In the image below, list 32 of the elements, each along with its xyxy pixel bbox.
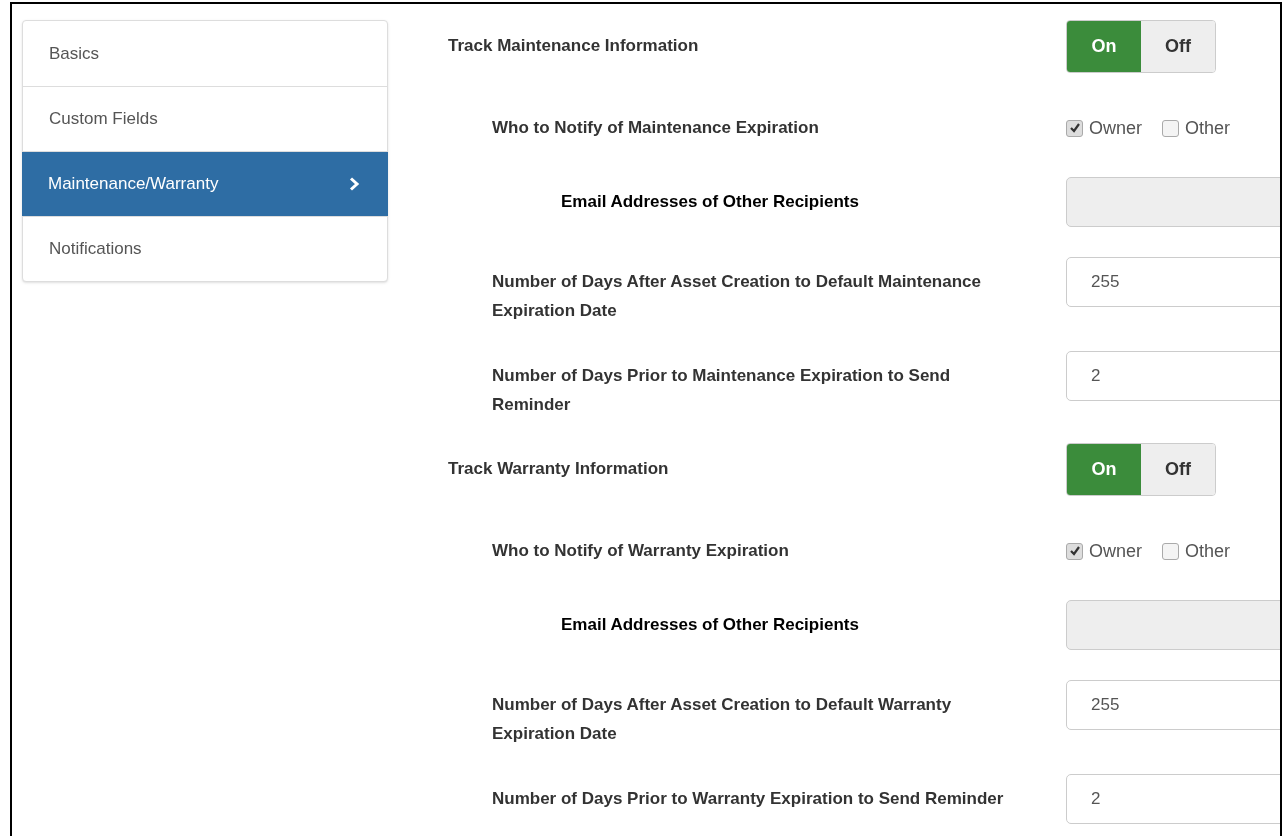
off-option[interactable]: Off	[1141, 444, 1215, 495]
off-option[interactable]: Off	[1141, 21, 1215, 72]
on-option[interactable]: On	[1067, 444, 1141, 495]
field-label: Number of Days After Asset Creation to Default Warranty Expiration Date	[491, 694, 953, 745]
field-label: Number of Days After Asset Creation to Default Maintenance Expiration Date	[491, 271, 982, 322]
field-label: Who to Notify of Maintenance Expiration	[491, 117, 820, 140]
number-field[interactable]: 2	[1066, 774, 1280, 824]
on-off-toggle[interactable]: On Off	[1066, 443, 1216, 496]
sidebar-item[interactable]: Maintenance/Warranty	[22, 151, 388, 216]
number-field[interactable]: 255	[1066, 680, 1280, 730]
field-label: Number of Days Prior to Warranty Expiration to Send Reminder	[491, 788, 1005, 810]
checkbox-label: Other	[1185, 539, 1231, 563]
checkbox[interactable]	[1066, 119, 1083, 137]
sidebar-item[interactable]: Basics	[23, 21, 387, 86]
checkbox[interactable]	[1162, 119, 1179, 137]
field-label: Email Addresses of Other Recipients	[560, 191, 860, 214]
on-off-toggle[interactable]: On Off	[1066, 20, 1216, 73]
number-field[interactable]: 255	[1066, 257, 1280, 307]
field-label: Number of Days Prior to Maintenance Expiration to Send Reminder	[491, 365, 952, 416]
checkbox-label: Owner	[1089, 116, 1142, 140]
field-label: Email Addresses of Other Recipients	[560, 614, 860, 637]
number-field[interactable]: 2	[1066, 351, 1280, 401]
checkbox[interactable]	[1162, 542, 1179, 560]
field-label: Who to Notify of Warranty Expiration	[491, 540, 790, 563]
checkbox[interactable]	[1066, 542, 1083, 560]
chevron-right-icon	[349, 177, 360, 191]
checkbox-label: Other	[1185, 116, 1231, 140]
checkbox-label: Owner	[1089, 539, 1142, 563]
section-title: Track Warranty Information	[447, 458, 670, 480]
on-option[interactable]: On	[1067, 21, 1141, 72]
sidebar-item[interactable]: Notifications	[23, 216, 387, 281]
section-title: Track Maintenance Information	[447, 35, 700, 57]
